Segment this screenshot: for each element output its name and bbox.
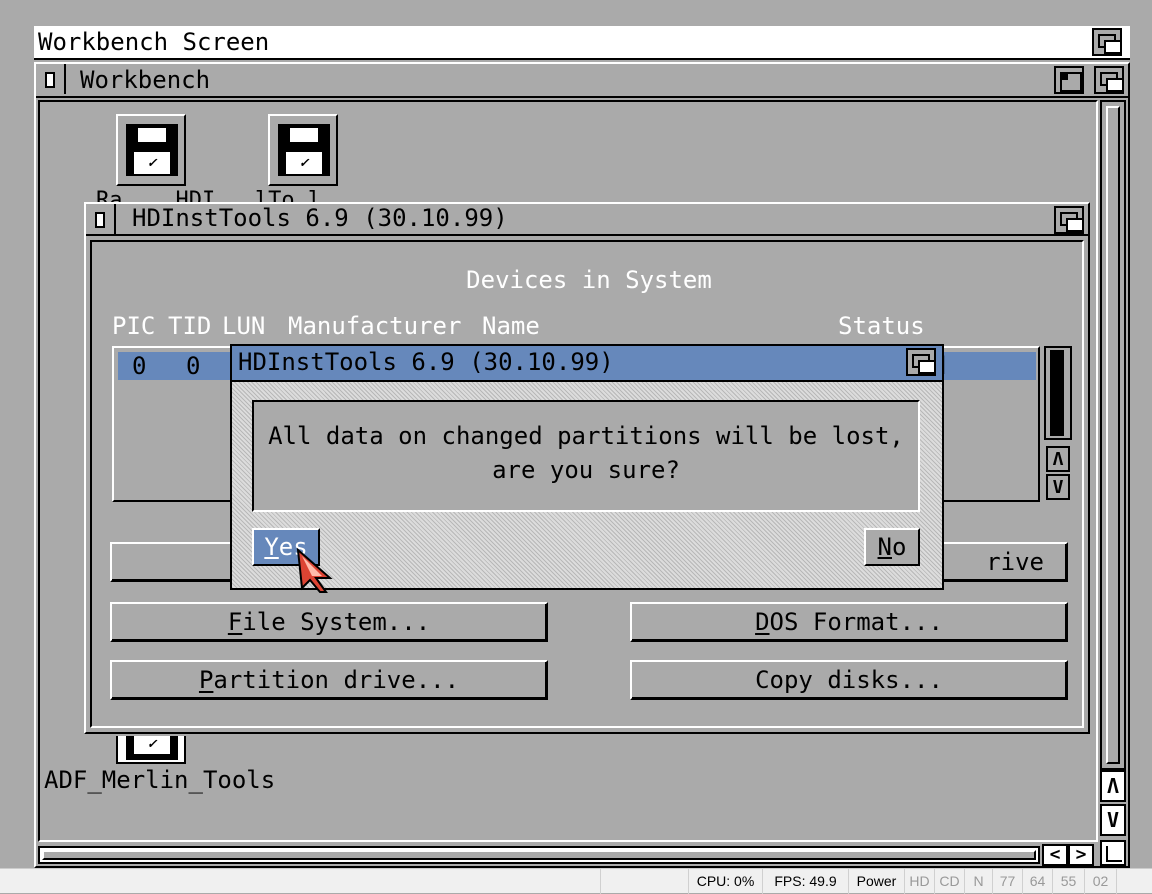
hdinsttools-title-bar[interactable]: HDInstTools 6.9 (30.10.99) bbox=[86, 204, 1088, 236]
file-system-label: ile System... bbox=[242, 608, 431, 636]
arrow-left-icon: < bbox=[1049, 844, 1061, 865]
close-gadget[interactable] bbox=[86, 204, 116, 234]
depth-front-icon bbox=[1066, 218, 1084, 232]
size-gadget[interactable] bbox=[1100, 840, 1126, 866]
close-icon bbox=[95, 212, 105, 228]
zoom-gadget[interactable] bbox=[1054, 66, 1084, 94]
hdinsttools-title: HDInstTools 6.9 (30.10.99) bbox=[132, 204, 508, 232]
copy-disks-button[interactable]: Copy disks... bbox=[630, 660, 1068, 700]
arrow-down-icon: V bbox=[1106, 808, 1120, 832]
dos-format-button[interactable]: DOS Format... bbox=[630, 602, 1068, 642]
dos-format-label: OS Format... bbox=[769, 608, 943, 636]
column-manufacturer: Manufacturer bbox=[288, 312, 462, 340]
depth-front-icon bbox=[1106, 78, 1124, 92]
horizontal-scroll-knob[interactable] bbox=[42, 850, 1036, 860]
hdinsttools-depth-gadget[interactable] bbox=[1054, 206, 1084, 234]
dos-format-hotkey: D bbox=[755, 608, 770, 636]
horizontal-scrollbar[interactable] bbox=[38, 846, 1040, 864]
devices-heading: Devices in System bbox=[466, 266, 712, 294]
column-pic: PIC bbox=[112, 312, 156, 340]
no-label: o bbox=[892, 533, 907, 561]
drive-2-indicator: 55 bbox=[1052, 869, 1084, 894]
copy-disks-label: Copy disks... bbox=[755, 666, 943, 694]
icon-label-adf-merlin-tools[interactable]: ADF_Merlin_Tools bbox=[44, 768, 275, 792]
requester-message-line-2: are you sure? bbox=[492, 456, 680, 484]
resize-icon bbox=[1106, 846, 1122, 862]
drive-0-indicator: 77 bbox=[992, 869, 1022, 894]
requester-message-box: All data on changed partitions will be l… bbox=[252, 400, 920, 512]
requester-depth-gadget[interactable] bbox=[906, 348, 936, 376]
depth-front-icon bbox=[918, 360, 936, 374]
list-scroll-down-button[interactable]: V bbox=[1046, 474, 1070, 500]
emulator-status-bar: CPU: 0% FPS: 49.9 Power HD CD N 77 64 55… bbox=[0, 868, 1152, 894]
list-scroll-up-button[interactable]: Λ bbox=[1046, 446, 1070, 472]
device-list-scrollbar[interactable]: Λ V bbox=[1044, 346, 1072, 502]
scroll-right-button[interactable]: > bbox=[1068, 844, 1094, 866]
floppy-disk-icon: ✓ bbox=[126, 736, 178, 760]
workbench-title-bar[interactable]: Workbench bbox=[36, 64, 1128, 98]
no-button[interactable]: No bbox=[864, 528, 920, 566]
file-system-hotkey: F bbox=[227, 608, 243, 636]
file-system-button[interactable]: File System... bbox=[110, 602, 548, 642]
zoom-fill-icon bbox=[1060, 72, 1068, 80]
drive-3-indicator: 02 bbox=[1084, 869, 1116, 894]
requester-title-bar[interactable]: HDInstTools 6.9 (30.10.99) bbox=[232, 346, 942, 382]
mouse-pointer-icon bbox=[296, 548, 333, 593]
arrow-down-icon: V bbox=[1052, 476, 1064, 498]
scroll-up-button[interactable]: Λ bbox=[1100, 770, 1126, 802]
screen-title: Workbench Screen bbox=[38, 28, 270, 56]
screen-title-bar[interactable]: Workbench Screen bbox=[34, 26, 1130, 60]
close-gadget[interactable] bbox=[36, 64, 66, 94]
requester-title: HDInstTools 6.9 (30.10.99) bbox=[238, 348, 614, 376]
screen-depth-gadget[interactable] bbox=[1092, 28, 1122, 56]
partition-label: artition drive... bbox=[213, 666, 460, 694]
column-tid: TID bbox=[168, 312, 212, 340]
scroll-down-button[interactable]: V bbox=[1100, 804, 1126, 836]
column-status: Status bbox=[838, 312, 925, 340]
partition-hotkey: P bbox=[198, 666, 214, 694]
no-hotkey: N bbox=[877, 533, 892, 561]
workbench-title: Workbench bbox=[80, 66, 211, 94]
arrow-up-icon: Λ bbox=[1052, 448, 1064, 470]
fps-indicator: FPS: 49.9 bbox=[762, 869, 848, 894]
close-icon bbox=[45, 72, 55, 88]
arrow-right-icon: > bbox=[1075, 844, 1087, 865]
hd-indicator: HD bbox=[904, 869, 934, 894]
scroll-left-button[interactable]: < bbox=[1042, 844, 1068, 866]
arrow-up-icon: Λ bbox=[1106, 774, 1120, 798]
floppy-disk-icon: ✓ bbox=[278, 124, 330, 176]
disk-icon-3[interactable]: ✓ bbox=[116, 736, 186, 764]
device-list-scroll-knob[interactable] bbox=[1044, 346, 1072, 440]
power-indicator: Power bbox=[848, 869, 904, 894]
row-tid: 0 bbox=[186, 352, 201, 380]
disk-icon-2[interactable]: ✓ bbox=[268, 114, 338, 186]
yes-hotkey: Y bbox=[264, 533, 279, 561]
column-lun: LUN bbox=[222, 312, 266, 340]
cpu-indicator: CPU: 0% bbox=[688, 869, 762, 894]
workbench-depth-gadget[interactable] bbox=[1094, 66, 1124, 94]
n-indicator: N bbox=[964, 869, 992, 894]
requester-message-line-1: All data on changed partitions will be l… bbox=[268, 422, 904, 450]
column-name: Name bbox=[482, 312, 540, 340]
partition-drive-button[interactable]: Partition drive... bbox=[110, 660, 548, 700]
vertical-scroll-knob[interactable] bbox=[1106, 106, 1120, 764]
hidden-right-button-label: rive bbox=[986, 548, 1044, 576]
disk-icon-1[interactable]: ✓ bbox=[116, 114, 186, 186]
drive-1-indicator: 64 bbox=[1022, 869, 1052, 894]
vertical-scrollbar[interactable] bbox=[1100, 100, 1126, 770]
floppy-disk-icon: ✓ bbox=[126, 124, 178, 176]
row-pic: 0 bbox=[132, 352, 147, 380]
cd-indicator: CD bbox=[934, 869, 964, 894]
depth-front-icon bbox=[1104, 40, 1122, 54]
